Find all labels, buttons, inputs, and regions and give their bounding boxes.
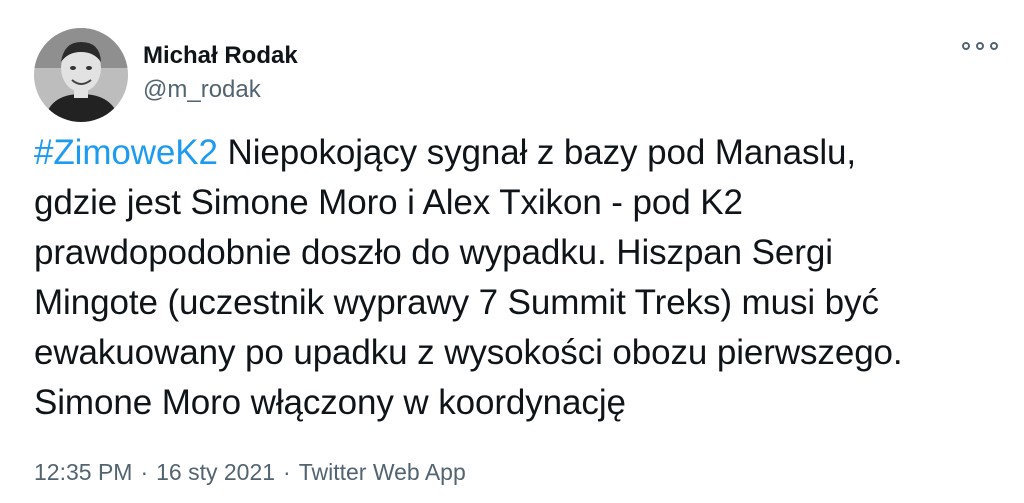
author-display-name[interactable]: Michał Rodak <box>143 41 298 71</box>
meta-separator: · <box>283 459 291 485</box>
more-dot <box>990 42 998 50</box>
tweet-text-line: ewakuowany po upadku z wysokości obozu p… <box>34 333 903 372</box>
tweet-header: Michał Rodak @m_rodak <box>34 28 298 122</box>
tweet-text-line: prawdopodobnie doszło do wypadku. Hiszpa… <box>34 233 833 272</box>
more-options-icon[interactable] <box>962 34 998 58</box>
tweet-card: Michał Rodak @m_rodak #ZimoweK2 Niepokoj… <box>0 0 1024 503</box>
avatar-photo <box>34 28 128 122</box>
author-handle[interactable]: @m_rodak <box>143 75 298 105</box>
tweet-date[interactable]: 16 sty 2021 <box>156 459 275 485</box>
more-dot <box>976 42 984 50</box>
tweet-text: #ZimoweK2 Niepokojący sygnał z bazy pod … <box>34 128 994 428</box>
tweet-text-line: Niepokojący sygnał z bazy pod Manaslu, <box>217 133 857 172</box>
author-names: Michał Rodak @m_rodak <box>143 41 298 105</box>
hashtag-link[interactable]: #ZimoweK2 <box>34 133 218 172</box>
tweet-text-line: Mingote (uczestnik wyprawy 7 Summit Trek… <box>34 283 879 322</box>
tweet-text-line: Simone Moro włączony w koordynację <box>34 383 626 422</box>
avatar[interactable] <box>34 28 128 122</box>
meta-separator: · <box>140 459 149 485</box>
tweet-source[interactable]: Twitter Web App <box>299 459 466 485</box>
more-dot <box>962 42 970 50</box>
tweet-meta: 12:35 PM · 16 sty 2021 · Twitter Web App <box>34 457 466 487</box>
tweet-text-line: gdzie jest Simone Moro i Alex Txikon - p… <box>34 183 743 222</box>
tweet-time[interactable]: 12:35 PM <box>34 459 132 485</box>
